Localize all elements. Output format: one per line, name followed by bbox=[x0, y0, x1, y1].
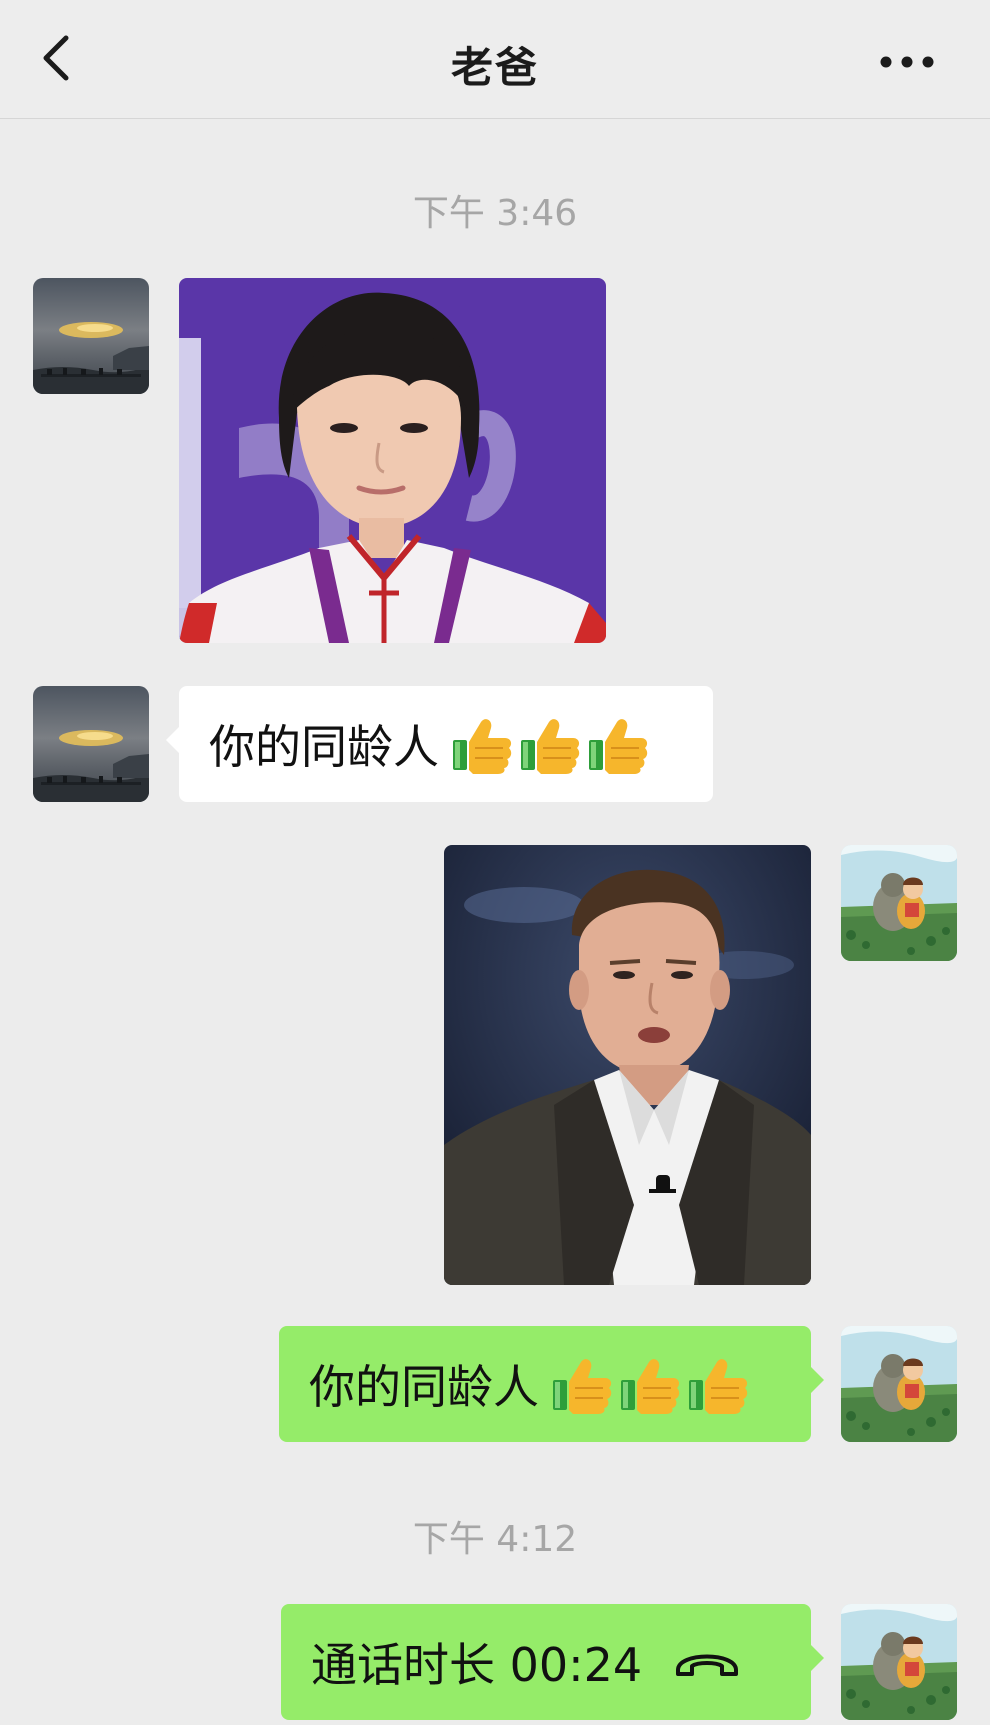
thumbs-up-icon bbox=[589, 719, 648, 774]
thumbs-up-icon bbox=[689, 1359, 748, 1414]
thumbs-up-icon bbox=[553, 1359, 612, 1414]
cartoon-avatar-image bbox=[841, 1604, 957, 1720]
user-avatar[interactable] bbox=[841, 845, 957, 961]
sunset-avatar-image bbox=[33, 686, 149, 802]
sent-message-bubble[interactable]: 你的同龄人 bbox=[279, 1326, 824, 1442]
cartoon-avatar-image bbox=[841, 845, 957, 961]
portrait-photo bbox=[179, 278, 606, 643]
portrait-photo bbox=[444, 845, 811, 1285]
thumbs-up-icon bbox=[453, 719, 512, 774]
more-button[interactable] bbox=[872, 40, 942, 80]
more-dots-icon bbox=[880, 56, 934, 68]
chat-header: 老爸 bbox=[0, 0, 990, 119]
message-text: 你的同龄人 bbox=[309, 1360, 539, 1414]
thumbs-up-emoji-group bbox=[445, 714, 649, 774]
thumbs-up-icon bbox=[621, 1359, 680, 1414]
user-avatar[interactable] bbox=[841, 1326, 957, 1442]
timestamp: 下午 4:12 bbox=[412, 1519, 578, 1560]
chat-title: 老爸 bbox=[450, 43, 539, 92]
message-text: 你的同龄人 bbox=[209, 720, 439, 774]
phone-hangup-icon bbox=[676, 1654, 739, 1676]
sunset-avatar-image bbox=[33, 278, 149, 394]
received-image-photo[interactable] bbox=[179, 278, 606, 643]
contact-avatar[interactable] bbox=[33, 278, 149, 394]
user-avatar[interactable] bbox=[841, 1604, 957, 1720]
contact-avatar[interactable] bbox=[33, 686, 149, 802]
cartoon-avatar-image bbox=[841, 1326, 957, 1442]
thumbs-up-icon bbox=[521, 719, 580, 774]
call-duration-text: 通话时长 00:24 bbox=[311, 1638, 643, 1692]
timestamp: 下午 3:46 bbox=[412, 193, 578, 234]
thumbs-up-emoji-group bbox=[545, 1354, 749, 1414]
sent-image-photo[interactable] bbox=[444, 845, 811, 1285]
call-duration-bubble[interactable]: 通话时长 00:24 bbox=[281, 1604, 824, 1720]
received-message-bubble[interactable]: 你的同龄人 bbox=[166, 686, 713, 802]
